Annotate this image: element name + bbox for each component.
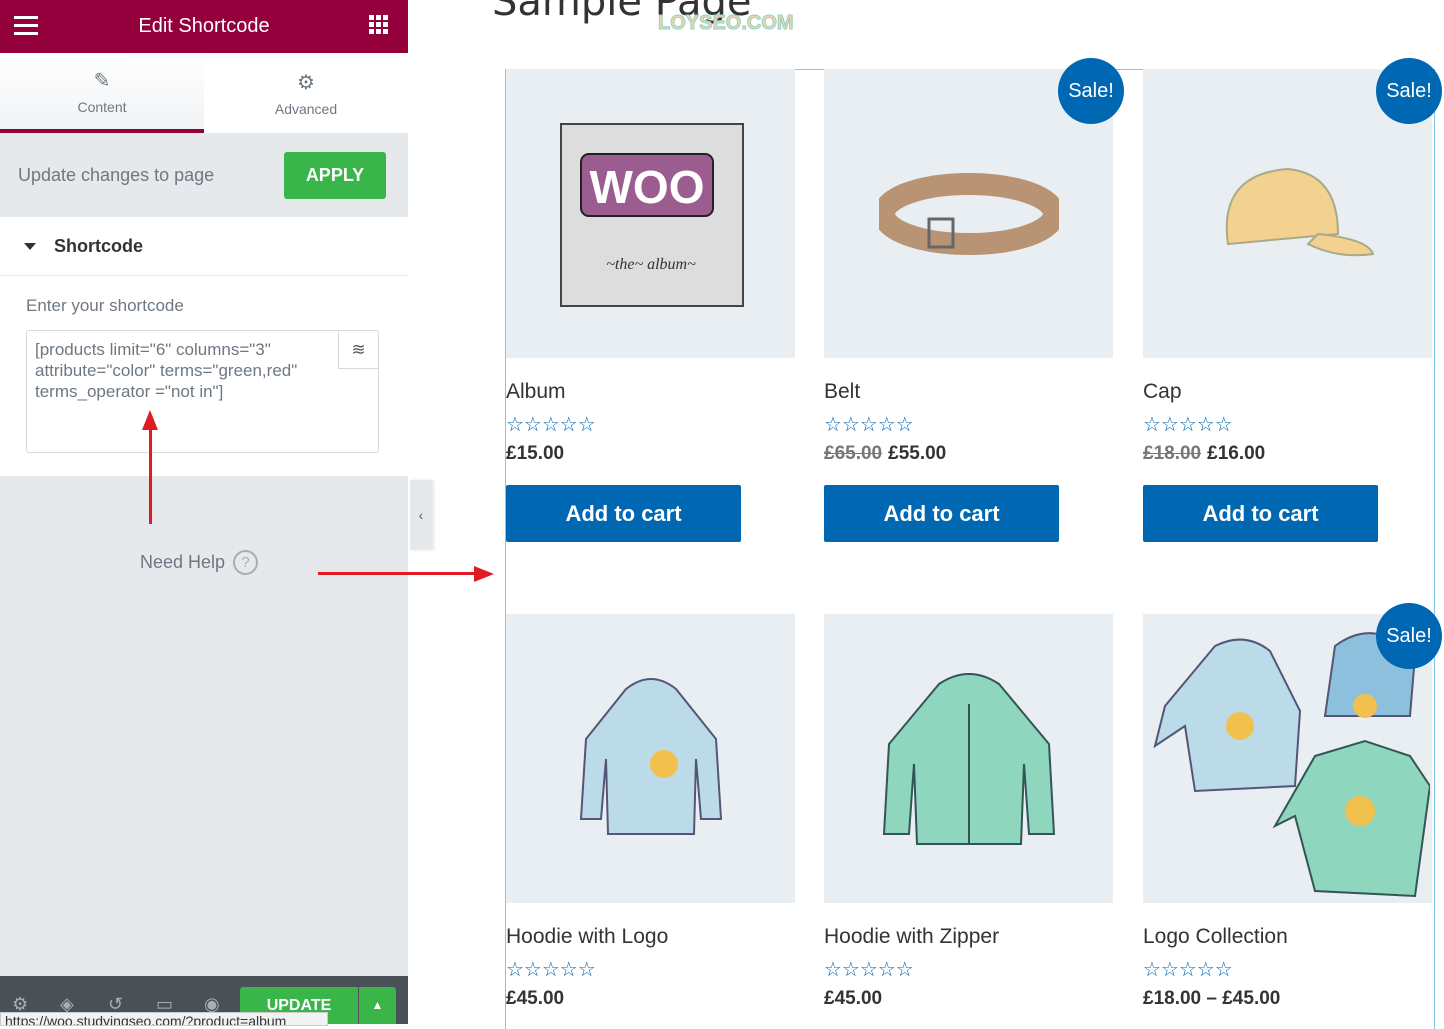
star-rating-icons: ☆☆☆☆☆ xyxy=(1143,414,1233,436)
svg-text:WOO: WOO xyxy=(589,161,704,213)
product-image[interactable]: WOO ~the~ album~ xyxy=(506,69,795,358)
sale-badge: Sale! xyxy=(1376,58,1442,124)
section-title: Shortcode xyxy=(54,235,144,256)
product-price: £15.00 xyxy=(506,443,795,465)
star-rating-icons: ☆☆☆☆☆ xyxy=(506,959,596,981)
product-card: Hoodie with Logo ☆☆☆☆☆ £45.00 xyxy=(506,614,795,1010)
sale-badge: Sale! xyxy=(1376,603,1442,669)
product-card: Logo Collection ☆☆☆☆☆ £18.00 – £45.00 xyxy=(1143,614,1432,1010)
current-price: £18.00 – £45.00 xyxy=(1143,988,1281,1009)
menu-icon[interactable] xyxy=(14,16,38,40)
old-price: £65.00 xyxy=(824,443,883,464)
apply-button[interactable]: APPLY xyxy=(284,151,386,199)
product-card: Hoodie with Zipper ☆☆☆☆☆ £45.00 xyxy=(824,614,1113,1010)
section-shortcode-toggle[interactable]: Shortcode xyxy=(0,217,408,276)
tab-label: Content xyxy=(77,98,127,115)
collapse-panel-button[interactable]: ‹ xyxy=(410,480,432,550)
add-to-cart-button[interactable]: Add to cart xyxy=(1143,485,1378,542)
product-name[interactable]: Belt xyxy=(824,380,1113,404)
tab-label: Advanced xyxy=(274,100,338,117)
old-price: £18.00 xyxy=(1143,443,1202,464)
dynamic-tags-icon[interactable]: ≋ xyxy=(338,331,378,369)
product-name[interactable]: Hoodie with Zipper xyxy=(824,925,1113,949)
help-icon: ? xyxy=(233,550,259,575)
product-price: £18.00 – £45.00 xyxy=(1143,988,1432,1010)
product-price: £18.00 £16.00 xyxy=(1143,443,1432,465)
annotation-arrow-up xyxy=(149,428,152,524)
star-rating-icons: ☆☆☆☆☆ xyxy=(506,414,596,436)
star-rating-icons: ☆☆☆☆☆ xyxy=(824,414,914,436)
gear-icon: ⚙ xyxy=(297,71,315,94)
product-card: WOO ~the~ album~ Album ☆☆☆☆☆ £15.00 Add to… xyxy=(506,69,795,542)
annotation-arrow-right xyxy=(318,572,476,575)
shortcode-textarea[interactable]: [products limit="6" columns="3" attribut… xyxy=(26,330,379,453)
save-options-caret-icon[interactable]: ▲ xyxy=(359,987,396,1024)
widgets-grid-icon[interactable] xyxy=(369,15,388,34)
add-to-cart-button[interactable]: Add to cart xyxy=(824,485,1059,542)
current-price: £55.00 xyxy=(888,443,947,464)
product-price: £65.00 £55.00 xyxy=(824,443,1113,465)
need-help-link[interactable]: Need Help? xyxy=(140,550,259,575)
update-changes-text: Update changes to page xyxy=(18,164,215,185)
pencil-icon: ✎ xyxy=(93,69,111,92)
tab-advanced[interactable]: ⚙ Advanced xyxy=(204,53,408,133)
editor-panel: Edit Shortcode ✎ Content ⚙ Advanced Update… xyxy=(0,0,408,1026)
product-price: £45.00 xyxy=(506,988,795,1010)
current-price: £16.00 xyxy=(1207,443,1266,464)
need-help-label: Need Help xyxy=(140,552,226,572)
panel-title: Edit Shortcode xyxy=(138,15,270,37)
current-price: £45.00 xyxy=(506,988,565,1009)
star-rating-icons: ☆☆☆☆☆ xyxy=(824,959,914,981)
product-card: Cap ☆☆☆☆☆ £18.00 £16.00 Add to cart xyxy=(1143,69,1432,542)
sale-badge: Sale! xyxy=(1058,58,1124,124)
star-rating-icons: ☆☆☆☆☆ xyxy=(1143,959,1233,981)
product-name[interactable]: Cap xyxy=(1143,380,1432,404)
watermark: LOYSEO.COM xyxy=(658,12,795,35)
product-price: £45.00 xyxy=(824,988,1113,1010)
shortcode-value: [products limit="6" columns="3" attribut… xyxy=(35,340,298,401)
panel-header: Edit Shortcode xyxy=(0,0,408,53)
current-price: £45.00 xyxy=(824,988,883,1009)
product-image[interactable] xyxy=(824,614,1113,903)
product-card: Belt ☆☆☆☆☆ £65.00 £55.00 Add to cart xyxy=(824,69,1113,542)
product-name[interactable]: Album xyxy=(506,380,795,404)
annotation-arrowhead-right xyxy=(474,566,494,582)
product-image[interactable] xyxy=(506,614,795,903)
add-to-cart-button[interactable]: Add to cart xyxy=(506,485,741,542)
product-name[interactable]: Hoodie with Logo xyxy=(506,925,795,949)
annotation-arrowhead-up xyxy=(142,410,158,430)
current-price: £15.00 xyxy=(506,443,565,464)
caret-down-icon xyxy=(24,242,36,256)
product-name[interactable]: Logo Collection xyxy=(1143,925,1432,949)
tab-content[interactable]: ✎ Content xyxy=(0,53,204,133)
shortcode-label: Enter your shortcode xyxy=(26,296,184,315)
svg-text:~the~ album~: ~the~ album~ xyxy=(606,256,696,273)
